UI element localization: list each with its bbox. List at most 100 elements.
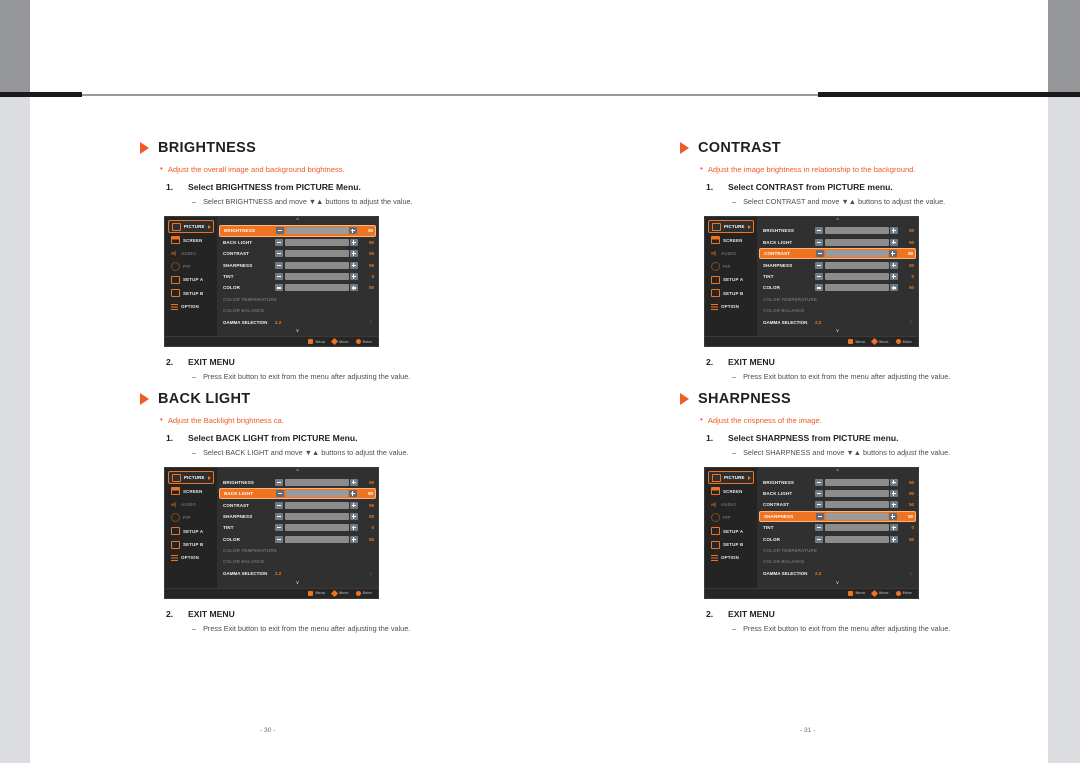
osd-slider-track[interactable] [825, 512, 888, 520]
osd-row-tint[interactable]: TINT 0 [217, 522, 378, 533]
plus-icon[interactable] [890, 478, 898, 486]
chevron-down-icon[interactable]: ∨ [217, 580, 378, 587]
osd-sidebar-item-pip[interactable]: PIP [708, 260, 754, 273]
osd-slider-track[interactable] [284, 501, 349, 509]
osd-sidebar-item-option[interactable]: OPTION [168, 552, 214, 565]
osd-row-tint[interactable]: TINT 0 [217, 271, 378, 282]
osd-row-gamma-selection[interactable]: GAMMA SELECTION 2.2 ↕ [757, 316, 918, 328]
minus-icon[interactable] [815, 535, 823, 543]
osd-row-dim[interactable]: COLOR TEMPERATURE [757, 545, 918, 556]
plus-icon[interactable] [890, 501, 898, 509]
osd-slider-track[interactable] [284, 478, 349, 486]
osd-footer-menu[interactable]: Menu [848, 339, 865, 345]
osd-footer-enter[interactable]: Enter [895, 590, 912, 596]
osd-footer-menu[interactable]: Menu [308, 590, 325, 596]
osd-row-brightness[interactable]: BRIGHTNESS 50 [217, 476, 378, 487]
plus-icon[interactable] [889, 512, 897, 520]
minus-icon[interactable] [816, 512, 824, 520]
osd-slider[interactable] [815, 535, 898, 543]
osd-row-tint[interactable]: TINT 0 [757, 271, 918, 282]
osd-footer-enter[interactable]: Enter [355, 590, 372, 596]
osd-slider-track[interactable] [824, 535, 889, 543]
osd-slider-track[interactable] [284, 284, 349, 292]
plus-icon[interactable] [890, 535, 898, 543]
osd-row-dim[interactable]: COLOR BALANCE [217, 305, 378, 316]
osd-slider-track[interactable] [284, 524, 349, 532]
up-down-arrows-icon[interactable]: ↕ [370, 320, 373, 325]
osd-row-dim[interactable]: COLOR BALANCE [757, 556, 918, 567]
up-down-arrows-icon[interactable]: ↕ [910, 320, 913, 325]
plus-icon[interactable] [350, 238, 358, 246]
osd-row-sharpness[interactable]: SHARPNESS 50 [217, 259, 378, 270]
osd-slider[interactable] [275, 238, 358, 246]
minus-icon[interactable] [275, 272, 283, 280]
plus-icon[interactable] [350, 501, 358, 509]
plus-icon[interactable] [350, 284, 358, 292]
up-down-arrows-icon[interactable]: ↕ [370, 571, 373, 576]
minus-icon[interactable] [276, 490, 284, 498]
chevron-down-icon[interactable]: ∨ [217, 328, 378, 335]
osd-slider-track[interactable] [284, 238, 349, 246]
osd-row-contrast[interactable]: CONTRAST 50 [757, 499, 918, 510]
osd-slider-track[interactable] [284, 250, 349, 258]
plus-icon[interactable] [349, 227, 357, 235]
osd-slider-track[interactable] [824, 489, 889, 497]
osd-row-back-light[interactable]: BACK LIGHT 90 [757, 236, 918, 247]
osd-slider[interactable] [275, 272, 358, 280]
osd-row-sharpness[interactable]: SHARPNESS 50 [759, 510, 916, 523]
plus-icon[interactable] [350, 512, 358, 520]
osd-slider-track[interactable] [825, 250, 888, 258]
plus-icon[interactable] [890, 524, 898, 532]
plus-icon[interactable] [350, 478, 358, 486]
osd-slider-track[interactable] [824, 261, 889, 269]
osd-slider[interactable] [275, 261, 358, 269]
osd-footer-enter[interactable]: Enter [355, 339, 372, 345]
osd-slider-track[interactable] [285, 227, 348, 235]
up-down-arrows-icon[interactable]: ↕ [910, 571, 913, 576]
minus-icon[interactable] [816, 250, 824, 258]
osd-sidebar-item-picture[interactable]: PICTURE [168, 220, 214, 233]
minus-icon[interactable] [815, 284, 823, 292]
osd-footer-move[interactable]: Move [871, 338, 889, 346]
osd-slider[interactable] [815, 501, 898, 509]
osd-row-dim[interactable]: COLOR BALANCE [757, 305, 918, 316]
osd-sidebar-item-setup-a[interactable]: SETUP A [708, 525, 754, 538]
osd-row-back-light[interactable]: BACK LIGHT 90 [217, 237, 378, 248]
osd-slider[interactable] [815, 227, 898, 235]
osd-slider-track[interactable] [284, 535, 349, 543]
osd-sidebar-item-pip[interactable]: PIP [168, 260, 214, 273]
osd-slider-track[interactable] [824, 524, 889, 532]
plus-icon[interactable] [890, 238, 898, 246]
osd-slider-track[interactable] [824, 501, 889, 509]
chevron-down-icon[interactable]: ∨ [757, 328, 918, 335]
osd-slider[interactable] [816, 250, 897, 258]
osd-slider[interactable] [276, 490, 357, 498]
osd-sidebar-item-setup-b[interactable]: SETUP B [168, 287, 214, 300]
osd-row-dim[interactable]: COLOR TEMPERATURE [217, 545, 378, 556]
osd-sidebar-item-option[interactable]: OPTION [708, 300, 754, 313]
osd-slider[interactable] [815, 478, 898, 486]
osd-sidebar-item-option[interactable]: OPTION [168, 300, 214, 313]
osd-row-color[interactable]: COLOR 50 [757, 282, 918, 293]
minus-icon[interactable] [275, 512, 283, 520]
osd-slider-track[interactable] [284, 261, 349, 269]
osd-slider[interactable] [815, 238, 898, 246]
osd-sidebar-item-screen[interactable]: SCREEN [168, 485, 214, 498]
osd-sidebar-item-audio[interactable]: AUDIO [168, 247, 214, 260]
plus-icon[interactable] [349, 490, 357, 498]
minus-icon[interactable] [275, 501, 283, 509]
osd-row-sharpness[interactable]: SHARPNESS 50 [757, 259, 918, 270]
minus-icon[interactable] [276, 227, 284, 235]
minus-icon[interactable] [815, 524, 823, 532]
osd-row-dim[interactable]: COLOR TEMPERATURE [217, 294, 378, 305]
osd-sidebar-item-setup-b[interactable]: SETUP B [708, 287, 754, 300]
osd-row-gamma-selection[interactable]: GAMMA SELECTION 2.2 ↕ [757, 568, 918, 580]
osd-sidebar-item-audio[interactable]: AUDIO [168, 498, 214, 511]
osd-row-dim[interactable]: COLOR TEMPERATURE [757, 294, 918, 305]
minus-icon[interactable] [815, 238, 823, 246]
osd-slider-track[interactable] [824, 478, 889, 486]
osd-sidebar-item-setup-a[interactable]: SETUP A [168, 274, 214, 287]
osd-row-color[interactable]: COLOR 50 [757, 533, 918, 544]
chevron-down-icon[interactable]: ∨ [757, 580, 918, 587]
osd-footer-move[interactable]: Move [331, 589, 349, 597]
